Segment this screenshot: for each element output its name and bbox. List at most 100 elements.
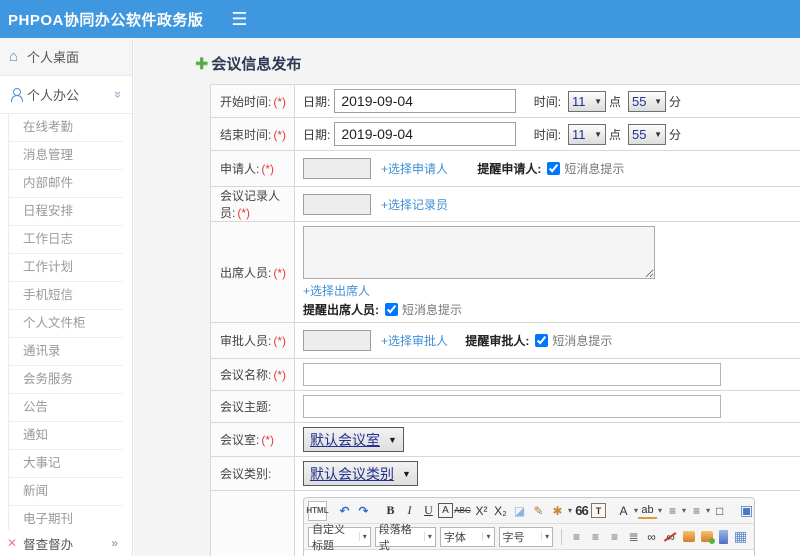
superscript-button[interactable]: X²	[472, 501, 491, 521]
sidebar-item-contacts[interactable]: 通讯录	[9, 338, 123, 366]
text-style-button[interactable]: A	[438, 503, 453, 518]
top-bar: PHPOA协同办公软件政务版 ☰	[0, 0, 800, 38]
sidebar-item-news[interactable]: 新闻	[9, 478, 123, 506]
undo-icon[interactable]: ↶	[335, 501, 354, 521]
applicant-sms-checkbox[interactable]	[547, 162, 561, 175]
highlight-button[interactable]: ab	[638, 503, 658, 519]
caret-down-icon: ▾	[423, 532, 432, 541]
end-date-input[interactable]	[334, 122, 517, 146]
strikethrough-button[interactable]: ABC	[453, 501, 472, 521]
field-label: 会议记录人员:	[220, 189, 281, 220]
fullscreen-icon[interactable]: ▣	[737, 501, 756, 521]
toolbar-separator	[561, 528, 562, 545]
custom-title-select[interactable]: 自定义标题 ▾	[308, 524, 371, 552]
choose-applicant-link[interactable]: +选择申请人	[381, 162, 448, 176]
caret-down-icon: ▼	[594, 97, 603, 106]
recorder-input[interactable]	[303, 193, 371, 215]
align-justify-icon[interactable]: ≣	[623, 527, 642, 547]
subscript-button[interactable]: X₂	[491, 501, 510, 521]
align-center-icon[interactable]: ≡	[585, 527, 604, 547]
caret-down-icon: ▼	[594, 130, 603, 139]
italic-button[interactable]: I	[400, 501, 419, 521]
sidebar-item-label: 通讯录	[23, 344, 61, 358]
end-hour-select[interactable]: 11 ▼	[568, 124, 607, 145]
editor-canvas[interactable]	[304, 550, 754, 556]
image-icon[interactable]	[682, 531, 696, 542]
sidebar-item-label: 手机短信	[23, 288, 74, 302]
menu-toggle-icon[interactable]: ☰	[231, 9, 247, 30]
format-painter-icon[interactable]: ✱	[548, 501, 567, 521]
sidebar-item-desktop[interactable]: ⌂ 个人桌面	[0, 38, 132, 76]
ordered-list-button[interactable]: ≡	[662, 501, 681, 521]
meeting-category-select[interactable]: 默认会议类别 ▼	[303, 461, 418, 486]
align-left-icon[interactable]: ≡	[566, 527, 585, 547]
minute-unit: 分	[669, 128, 682, 142]
attendees-textarea[interactable]	[303, 226, 655, 279]
html-source-button[interactable]: HTML	[306, 500, 329, 521]
font-family-select[interactable]: 字体 ▾	[439, 526, 495, 547]
eraser-icon[interactable]: ◪	[510, 501, 529, 521]
sidebar-item-sms[interactable]: 手机短信	[9, 282, 123, 310]
page-break-icon[interactable]	[719, 529, 728, 544]
sidebar-item-schedule[interactable]: 日程安排	[9, 198, 123, 226]
meeting-name-input[interactable]	[303, 363, 721, 386]
sidebar-item-label: 日程安排	[23, 204, 74, 218]
main-content: ✚ 会议信息发布 开始时间:(*) 日期: 时间:11▼点55▼分 结束时间:(…	[134, 38, 800, 556]
sidebar-item-label: 在线考勤	[23, 120, 74, 134]
attendees-sms-checkbox[interactable]	[385, 303, 398, 316]
font-color-button[interactable]: A	[614, 501, 633, 521]
sidebar-item-messages[interactable]: 消息管理	[9, 142, 123, 170]
meeting-room-select[interactable]: 默认会议室 ▼	[303, 427, 404, 452]
approver-sms-checkbox[interactable]	[535, 334, 549, 347]
select-value: 字体	[443, 531, 466, 544]
add-icon: ✚	[195, 55, 209, 73]
unlink-icon[interactable]: ∞	[661, 527, 680, 547]
choose-recorder-link[interactable]: +选择记录员	[381, 198, 448, 212]
align-right-icon[interactable]: ≡	[604, 527, 623, 547]
approver-input[interactable]	[303, 330, 371, 351]
start-hour-select[interactable]: 11 ▼	[568, 91, 607, 112]
chevron-down-icon[interactable]: »	[111, 91, 126, 98]
start-date-input[interactable]	[334, 89, 517, 113]
sidebar-item-supervision[interactable]: ✕ 督查督办 »	[0, 530, 132, 556]
meeting-subject-input[interactable]	[303, 395, 721, 418]
date-label: 日期:	[303, 128, 331, 142]
paste-from-word-icon[interactable]: T	[591, 503, 607, 518]
underline-button[interactable]: U	[419, 501, 438, 521]
sidebar-item-file-cabinet[interactable]: 个人文件柜	[9, 310, 123, 338]
sidebar-submenu: 在线考勤 消息管理 内部邮件 日程安排 工作日志 工作计划 手机短信 个人文件柜…	[8, 114, 132, 556]
start-minute-select[interactable]: 55 ▼	[628, 91, 667, 112]
paragraph-format-select[interactable]: 段落格式 ▾	[374, 524, 436, 552]
redo-icon[interactable]: ↷	[354, 501, 373, 521]
sidebar-item-label: 新闻	[23, 484, 49, 498]
sidebar-item-work-log[interactable]: 工作日志	[9, 226, 123, 254]
chevron-right-icon: »	[111, 536, 118, 550]
field-label: 会议室:	[220, 433, 260, 447]
sidebar-item-notice[interactable]: 通知	[9, 422, 123, 450]
blockquote-button[interactable]: 66	[572, 501, 591, 521]
format-brush-icon[interactable]: ✎	[529, 501, 548, 521]
sidebar-item-meeting-service[interactable]: 会务服务	[9, 366, 123, 394]
new-document-icon[interactable]: □	[710, 501, 729, 521]
sidebar-item-memorabilia[interactable]: 大事记	[9, 450, 123, 478]
link-icon[interactable]: ∞	[642, 527, 661, 547]
caret-down-icon: ▼	[654, 97, 663, 106]
unordered-list-button[interactable]: ≡	[686, 501, 705, 521]
hour-unit: 点	[609, 128, 622, 142]
choose-attendees-link[interactable]: +选择出席人	[303, 284, 370, 298]
editor-toolbar-row2: 自定义标题 ▾ 段落格式 ▾ 字体 ▾ 字号 ▾ ≡ ≡ ≡ ≣ ∞ ∞ ▦	[304, 524, 754, 552]
sidebar-item-announcement[interactable]: 公告	[9, 394, 123, 422]
insert-table-icon[interactable]: ▦	[731, 527, 750, 547]
sidebar-item-internal-mail[interactable]: 内部邮件	[9, 170, 123, 198]
end-minute-select[interactable]: 55 ▼	[628, 124, 667, 145]
sidebar-item-attendance[interactable]: 在线考勤	[9, 114, 123, 142]
sidebar-item-personal-office[interactable]: 个人办公 »	[0, 76, 132, 114]
sidebar-item-work-plan[interactable]: 工作计划	[9, 254, 123, 282]
bold-button[interactable]: B	[381, 501, 400, 521]
sidebar-item-label: 内部邮件	[23, 176, 74, 190]
choose-approver-link[interactable]: +选择审批人	[381, 334, 448, 348]
caret-down-icon: ▼	[402, 468, 411, 479]
font-size-select[interactable]: 字号 ▾	[498, 526, 554, 547]
applicant-input[interactable]	[303, 158, 371, 179]
insert-image-icon[interactable]	[701, 531, 716, 544]
